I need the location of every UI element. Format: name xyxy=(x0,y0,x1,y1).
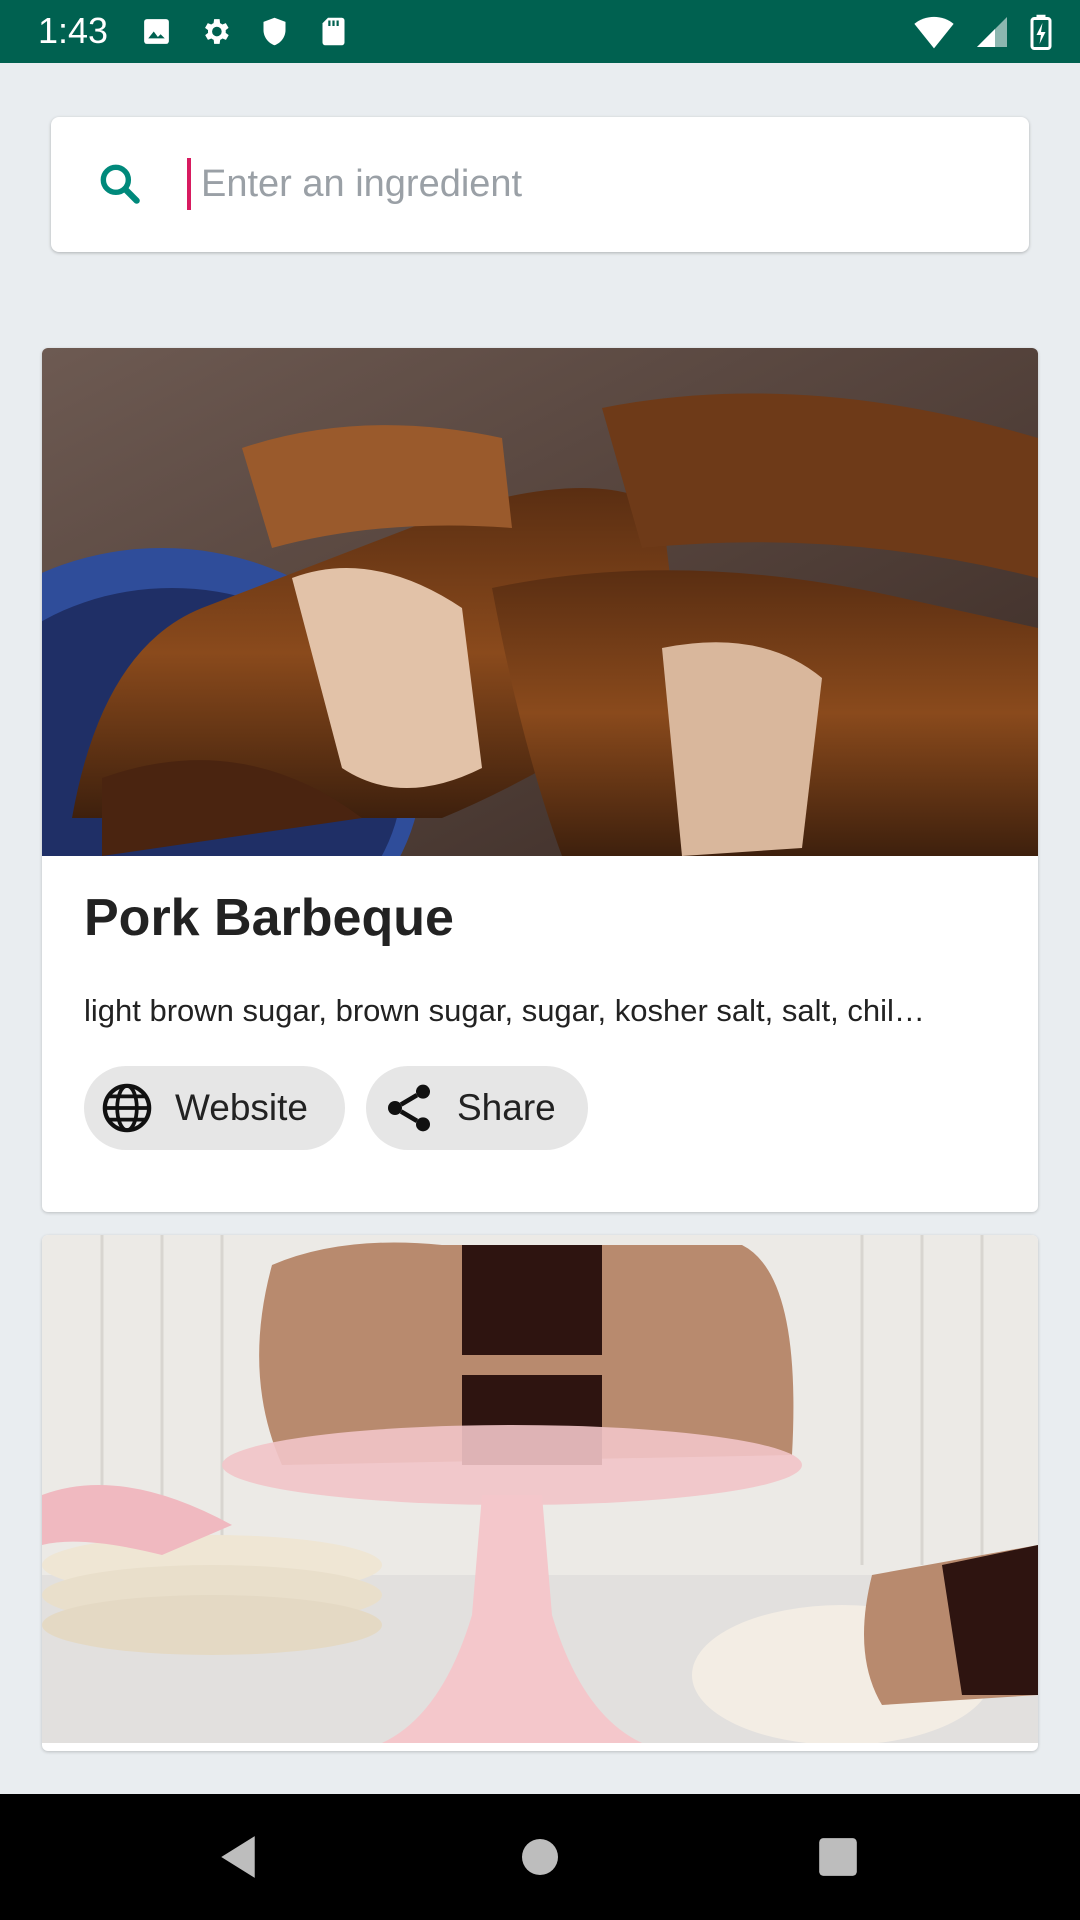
navigation-bar xyxy=(0,1794,1080,1920)
gear-icon xyxy=(205,19,229,44)
recipe-title: Pork Barbeque xyxy=(84,889,454,947)
pork-ribs-photo xyxy=(42,348,1038,856)
website-label: Website xyxy=(175,1087,308,1128)
search-icon[interactable] xyxy=(95,159,145,209)
share-label: Share xyxy=(457,1087,556,1128)
recents-icon[interactable] xyxy=(816,1834,860,1880)
wifi-icon xyxy=(914,16,954,49)
website-button[interactable]: Website xyxy=(84,1066,345,1150)
search-input[interactable] xyxy=(189,147,981,222)
shield-icon xyxy=(263,17,286,46)
recipe-image[interactable] xyxy=(42,348,1038,856)
image-icon xyxy=(144,19,169,44)
status-time: 1:43 xyxy=(38,10,109,51)
search-box xyxy=(51,117,1029,252)
chocolate-cake-photo xyxy=(42,1235,1038,1743)
share-icon xyxy=(388,1084,430,1132)
home-icon[interactable] xyxy=(520,1834,560,1880)
globe-icon xyxy=(102,1083,152,1133)
sd-card-icon xyxy=(322,17,345,46)
recipe-card[interactable]: Pork Barbeque light brown sugar, brown s… xyxy=(42,348,1038,1212)
share-button[interactable]: Share xyxy=(366,1066,588,1150)
battery-icon xyxy=(1030,14,1052,50)
back-icon[interactable] xyxy=(216,1834,260,1880)
text-cursor xyxy=(187,158,191,210)
recipe-card[interactable] xyxy=(42,1235,1038,1751)
recipe-image[interactable] xyxy=(42,1235,1038,1743)
recipe-ingredients: light brown sugar, brown sugar, sugar, k… xyxy=(84,993,925,1028)
signal-icon xyxy=(977,17,1007,47)
status-bar: 1:43 xyxy=(0,0,1080,63)
